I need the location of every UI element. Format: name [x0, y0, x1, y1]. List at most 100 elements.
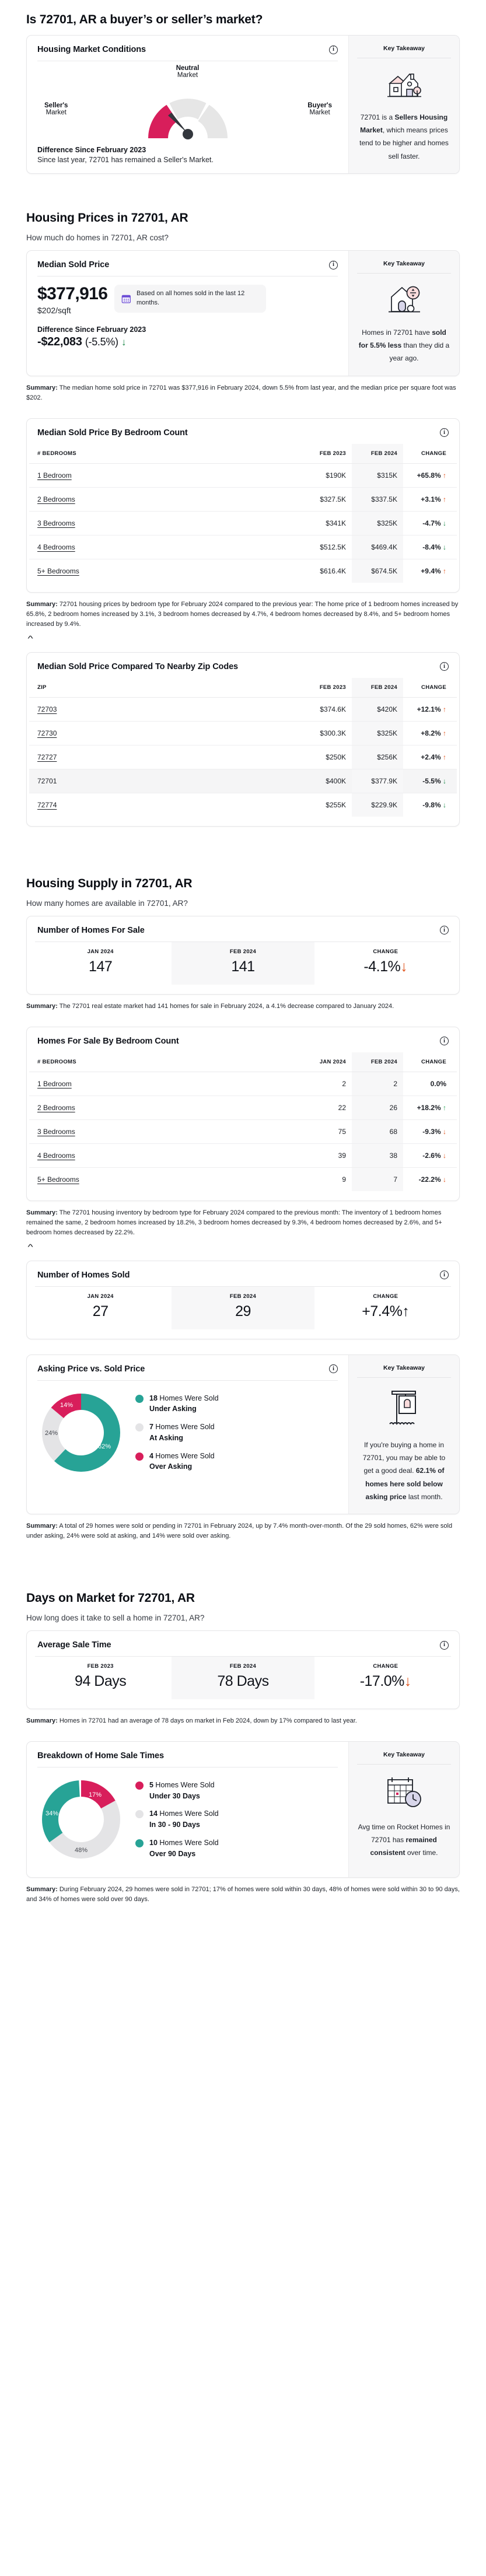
row-value-2: $325K: [352, 721, 403, 746]
row-change: +12.1% ↑: [403, 697, 457, 722]
key-takeaway-title: Key Takeaway: [383, 45, 425, 52]
row-label[interactable]: 1 Bedroom: [29, 463, 299, 488]
row-label[interactable]: 3 Bedrooms: [29, 1119, 299, 1144]
arrow-up-icon: ↑: [440, 729, 446, 737]
for-sale-bedroom-summary: Summary: The 72701 housing inventory by …: [26, 1208, 460, 1238]
card-header: Number of Homes For Sale i: [29, 926, 457, 942]
arrow-down-icon: ↓: [440, 1175, 446, 1184]
row-label[interactable]: 5+ Bedrooms: [29, 1167, 299, 1191]
arrow-up-icon: ↑: [440, 566, 446, 575]
info-icon[interactable]: i: [329, 1364, 338, 1374]
row-label[interactable]: 5+ Bedrooms: [29, 559, 299, 583]
row-link[interactable]: 72703: [37, 705, 57, 713]
info-icon[interactable]: i: [440, 662, 449, 671]
row-value-1: $327.5K: [299, 487, 352, 512]
slice-label-34: 34%: [46, 1810, 58, 1817]
legend-category: Over Asking: [149, 1462, 193, 1471]
gauge-buyers-label: Buyer's Market: [307, 102, 332, 116]
row-link[interactable]: 5+ Bedrooms: [37, 567, 79, 575]
row-label[interactable]: 72703: [29, 697, 299, 722]
row-link[interactable]: 5+ Bedrooms: [37, 1175, 79, 1184]
page-title: Is 72701, AR a buyer’s or seller’s marke…: [26, 13, 263, 26]
row-link[interactable]: 2 Bedrooms: [37, 495, 75, 503]
info-icon[interactable]: i: [329, 260, 338, 270]
row-label[interactable]: 3 Bedrooms: [29, 511, 299, 536]
summary-text: The 72701 real estate market had 141 hom…: [59, 1002, 394, 1010]
row-label[interactable]: 4 Bedrooms: [29, 535, 299, 559]
collapse-chevron-up-icon[interactable]: ^: [27, 1242, 33, 1251]
row-change: -5.5% ↓: [403, 769, 457, 793]
stat-jan2024: JAN 2024 147: [29, 942, 172, 985]
row-change: +8.2% ↑: [403, 721, 457, 746]
collapse-chevron-up-icon[interactable]: ^: [27, 634, 33, 643]
row-link[interactable]: 72774: [37, 801, 57, 809]
row-label[interactable]: 72730: [29, 721, 299, 746]
card-title: Median Sold Price: [37, 260, 110, 270]
legend-item: 10 Homes Were Sold Over 90 Days: [135, 1838, 219, 1860]
stat-value: -4.1%↓: [317, 958, 454, 975]
row-link[interactable]: 1 Bedroom: [37, 471, 72, 480]
key-takeaway-title: Key Takeaway: [383, 1364, 425, 1371]
info-icon[interactable]: i: [440, 926, 449, 935]
table-row: 4 Bedrooms $512.5K $469.4K -8.4% ↓: [29, 535, 457, 559]
card-title: Asking Price vs. Sold Price: [37, 1364, 145, 1374]
summary-text: During February 2024, 29 homes were sold…: [26, 1886, 460, 1903]
col-header-change: CHANGE: [403, 677, 457, 698]
gauge-difference-label: Difference Since February 2023: [37, 146, 146, 154]
row-change: -4.7% ↓: [403, 511, 457, 536]
for-sale-summary: Summary: The 72701 real estate market ha…: [26, 1002, 460, 1012]
row-change: 0.0%: [403, 1072, 457, 1096]
info-icon[interactable]: i: [440, 1640, 449, 1650]
row-label[interactable]: 72727: [29, 745, 299, 769]
arrow-down-icon: ↓: [440, 1151, 446, 1160]
card-header: Median Sold Price i: [37, 260, 338, 276]
row-link[interactable]: 4 Bedrooms: [37, 1152, 75, 1160]
asking-donut-chart: 62% 24% 14% 18 Homes Were Sold Under Aski…: [37, 1381, 338, 1481]
arrow-up-icon: ↑: [402, 1303, 410, 1320]
row-label[interactable]: 72774: [29, 793, 299, 817]
stat-feb2024: FEB 2024 78 Days: [172, 1657, 314, 1700]
row-value-1: 75: [299, 1119, 352, 1144]
col-header-change: CHANGE: [403, 443, 457, 464]
difference-amount: -$22,083: [37, 335, 82, 348]
table-row: 1 Bedroom $190K $315K +65.8% ↑: [29, 463, 457, 488]
row-label[interactable]: 2 Bedrooms: [29, 1096, 299, 1120]
table-row: 72730 $300.3K $325K +8.2% ↑: [29, 721, 457, 746]
arrow-down-icon: ↓: [440, 542, 446, 551]
arrow-up-icon: ↑: [440, 495, 446, 503]
row-value-1: $190K: [299, 463, 352, 488]
legend-item: 18 Homes Were Sold Under Asking: [135, 1393, 219, 1415]
card-header: Breakdown of Home Sale Times: [37, 1751, 338, 1767]
row-link[interactable]: 2 Bedrooms: [37, 1104, 75, 1112]
row-link[interactable]: 72730: [37, 729, 57, 737]
card-body: Asking Price vs. Sold Price i 62% 24% 14…: [27, 1355, 348, 1514]
gauge-buyers-line2: Market: [309, 109, 330, 116]
row-link[interactable]: 72727: [37, 753, 57, 761]
legend-color-dot: [135, 1781, 144, 1790]
arrow-down-icon: ↓: [440, 1127, 446, 1136]
row-link[interactable]: 3 Bedrooms: [37, 519, 75, 527]
table-row: 3 Bedrooms $341K $325K -4.7% ↓: [29, 511, 457, 536]
row-label[interactable]: 2 Bedrooms: [29, 487, 299, 512]
row-link[interactable]: 4 Bedrooms: [37, 543, 75, 551]
row-change: +3.1% ↑: [403, 487, 457, 512]
info-icon[interactable]: i: [440, 428, 449, 438]
row-label[interactable]: 1 Bedroom: [29, 1072, 299, 1096]
info-icon[interactable]: i: [329, 45, 338, 54]
stat-value: 147: [89, 958, 113, 975]
gauge-neutral-line2: Market: [177, 72, 198, 79]
info-icon[interactable]: i: [440, 1037, 449, 1046]
card-title: Average Sale Time: [37, 1640, 111, 1650]
stat-label: FEB 2024: [229, 948, 257, 955]
row-link[interactable]: 3 Bedrooms: [37, 1128, 75, 1136]
col-header-feb2024: FEB 2024: [352, 677, 403, 698]
row-link[interactable]: 1 Bedroom: [37, 1080, 72, 1088]
info-icon[interactable]: i: [440, 1270, 449, 1280]
row-value-2: 38: [352, 1143, 403, 1168]
row-value-1: $341K: [299, 511, 352, 536]
legend-item: 14 Homes Were Sold In 30 - 90 Days: [135, 1808, 219, 1831]
card-header: Median Sold Price Compared To Nearby Zip…: [29, 662, 457, 678]
table-header-row: ZIP FEB 2023 FEB 2024 CHANGE: [29, 677, 457, 698]
col-header-feb2024: FEB 2024: [352, 443, 403, 464]
row-label[interactable]: 4 Bedrooms: [29, 1143, 299, 1168]
